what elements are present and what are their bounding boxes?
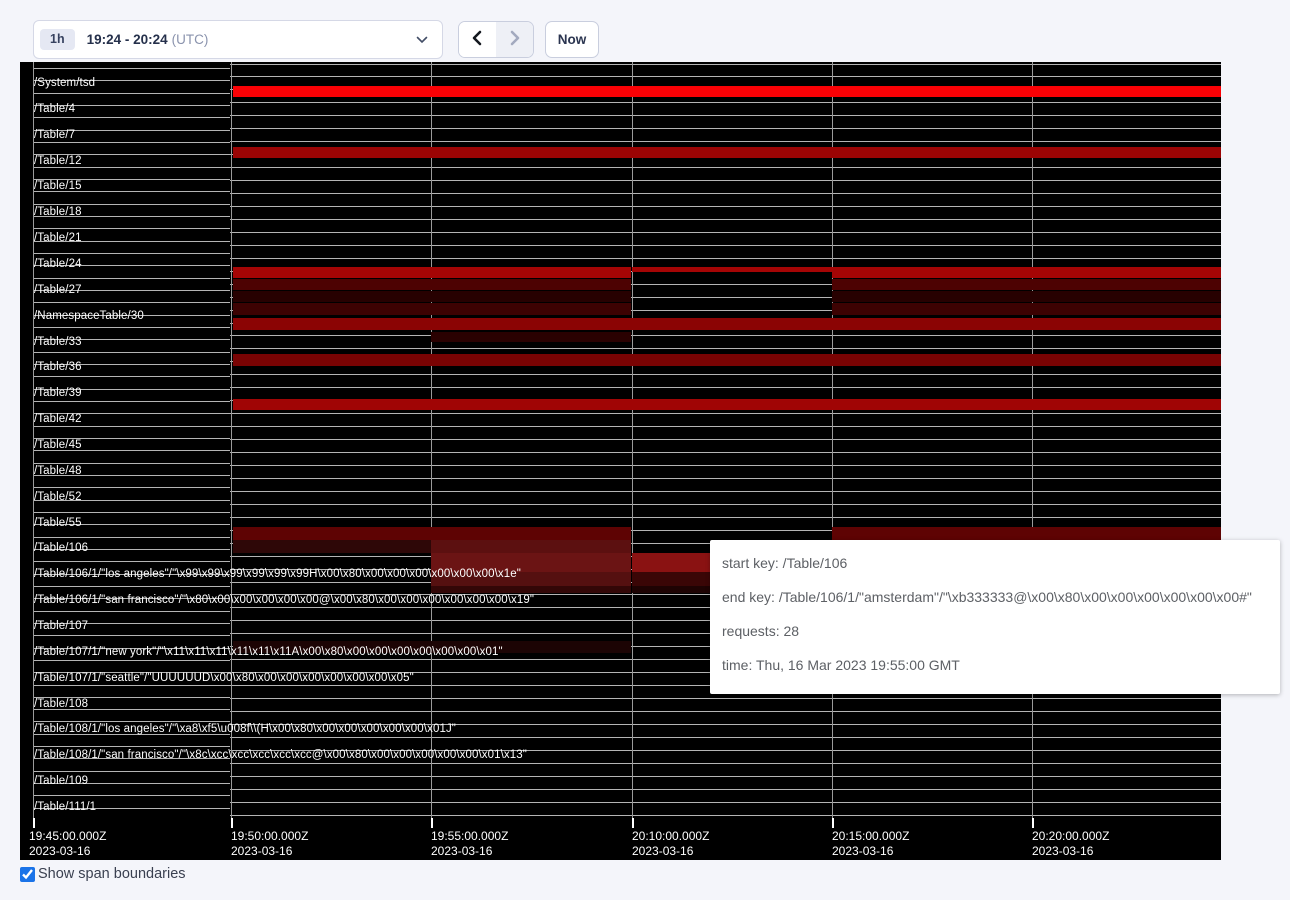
heat-band bbox=[233, 354, 1221, 366]
row-label: /Table/24 bbox=[34, 257, 82, 271]
heat-band bbox=[431, 540, 631, 553]
prev-time-button[interactable] bbox=[459, 22, 496, 57]
row-label: /Table/18 bbox=[34, 205, 82, 219]
row-label: /Table/45 bbox=[34, 438, 82, 452]
row-label: /Table/52 bbox=[34, 490, 82, 504]
footer-controls: Show span boundaries bbox=[20, 866, 186, 882]
heat-band bbox=[632, 267, 832, 272]
row-label: /Table/12 bbox=[34, 154, 82, 168]
x-axis-label: 19:50:00.000Z2023-03-16 bbox=[231, 829, 308, 859]
x-axis-label: 20:15:00.000Z2023-03-16 bbox=[832, 829, 909, 859]
chevron-down-icon bbox=[416, 36, 428, 44]
row-label: /Table/107/1/"seattle"/"UUUUUUD\x00\x80\… bbox=[34, 671, 414, 685]
row-label: /Table/7 bbox=[34, 128, 75, 142]
heat-band bbox=[233, 303, 631, 315]
row-label: /Table/107/1/"new york"/"\x11\x11\x11\x1… bbox=[34, 645, 503, 659]
row-label: /Table/39 bbox=[34, 386, 82, 400]
row-label: /Table/55 bbox=[34, 516, 82, 530]
tooltip-field: end key: /Table/106/1/"amsterdam"/"\xb33… bbox=[722, 580, 1268, 614]
heat-band bbox=[832, 279, 1221, 290]
row-label: /Table/109 bbox=[34, 774, 88, 788]
time-range-select[interactable]: 1h 19:24 - 20:24(UTC) bbox=[33, 20, 443, 59]
heat-band bbox=[233, 267, 631, 278]
now-button[interactable]: Now bbox=[545, 21, 599, 58]
heat-band bbox=[431, 332, 631, 342]
row-label: /Table/4 bbox=[34, 102, 75, 116]
row-label: /System/tsd bbox=[34, 76, 95, 90]
row-label: /Table/42 bbox=[34, 412, 82, 426]
row-label: /Table/15 bbox=[34, 179, 82, 193]
heat-band bbox=[233, 399, 1221, 410]
tooltip-field: time: Thu, 16 Mar 2023 19:55:00 GMT bbox=[722, 648, 1268, 682]
heat-band bbox=[233, 86, 1221, 97]
show-span-boundaries-checkbox[interactable] bbox=[20, 867, 35, 882]
key-visualizer-heatmap[interactable]: /System/tsd/Table/4/Table/7/Table/12/Tab… bbox=[20, 62, 1221, 860]
row-label: /Table/106/1/"los angeles"/"\x99\x99\x99… bbox=[34, 567, 521, 581]
cell-tooltip: start key: /Table/106end key: /Table/106… bbox=[710, 540, 1280, 694]
row-label: /NamespaceTable/30 bbox=[34, 309, 144, 323]
row-label: /Table/107 bbox=[34, 619, 88, 633]
chevron-right-icon bbox=[508, 30, 522, 49]
row-label: /Table/36 bbox=[34, 360, 82, 374]
x-axis-label: 20:20:00.000Z2023-03-16 bbox=[1032, 829, 1109, 859]
row-label: /Table/106/1/"san francisco"/"\x80\x00\x… bbox=[34, 593, 534, 607]
row-label: /Table/108/1/"los angeles"/"\xa8\xf5\u00… bbox=[34, 722, 456, 736]
heat-band bbox=[233, 147, 1221, 158]
heat-band bbox=[832, 527, 1221, 540]
heat-band bbox=[233, 279, 631, 290]
row-label: /Table/48 bbox=[34, 464, 82, 478]
row-label: /Table/33 bbox=[34, 335, 82, 349]
row-label: /Table/111/1 bbox=[34, 800, 96, 814]
duration-badge: 1h bbox=[40, 29, 75, 50]
heat-band bbox=[832, 267, 1221, 278]
row-label: /Table/106 bbox=[34, 541, 88, 555]
x-axis-label: 20:10:00.000Z2023-03-16 bbox=[632, 829, 709, 859]
heat-band bbox=[233, 540, 431, 553]
row-label: /Table/108 bbox=[34, 697, 88, 711]
heat-band bbox=[233, 318, 1221, 330]
heat-band bbox=[832, 303, 1221, 315]
heat-band bbox=[431, 586, 631, 593]
tooltip-field: requests: 28 bbox=[722, 614, 1268, 648]
row-label: /Table/27 bbox=[34, 283, 82, 297]
time-nav-group bbox=[458, 21, 534, 58]
heat-band bbox=[233, 291, 631, 302]
heat-band bbox=[233, 527, 631, 540]
chevron-left-icon bbox=[470, 30, 484, 49]
row-label: /Table/108/1/"san francisco"/"\x8c\xcc\x… bbox=[34, 748, 527, 762]
tooltip-field: start key: /Table/106 bbox=[722, 546, 1268, 580]
x-axis-label: 19:55:00.000Z2023-03-16 bbox=[431, 829, 508, 859]
next-time-button[interactable] bbox=[496, 22, 533, 57]
heat-band bbox=[832, 291, 1221, 302]
x-axis-label: 19:45:00.000Z2023-03-16 bbox=[29, 829, 106, 859]
time-range-text: 19:24 - 20:24(UTC) bbox=[87, 31, 209, 49]
row-label: /Table/21 bbox=[34, 231, 82, 245]
show-span-boundaries-label[interactable]: Show span boundaries bbox=[38, 866, 186, 882]
